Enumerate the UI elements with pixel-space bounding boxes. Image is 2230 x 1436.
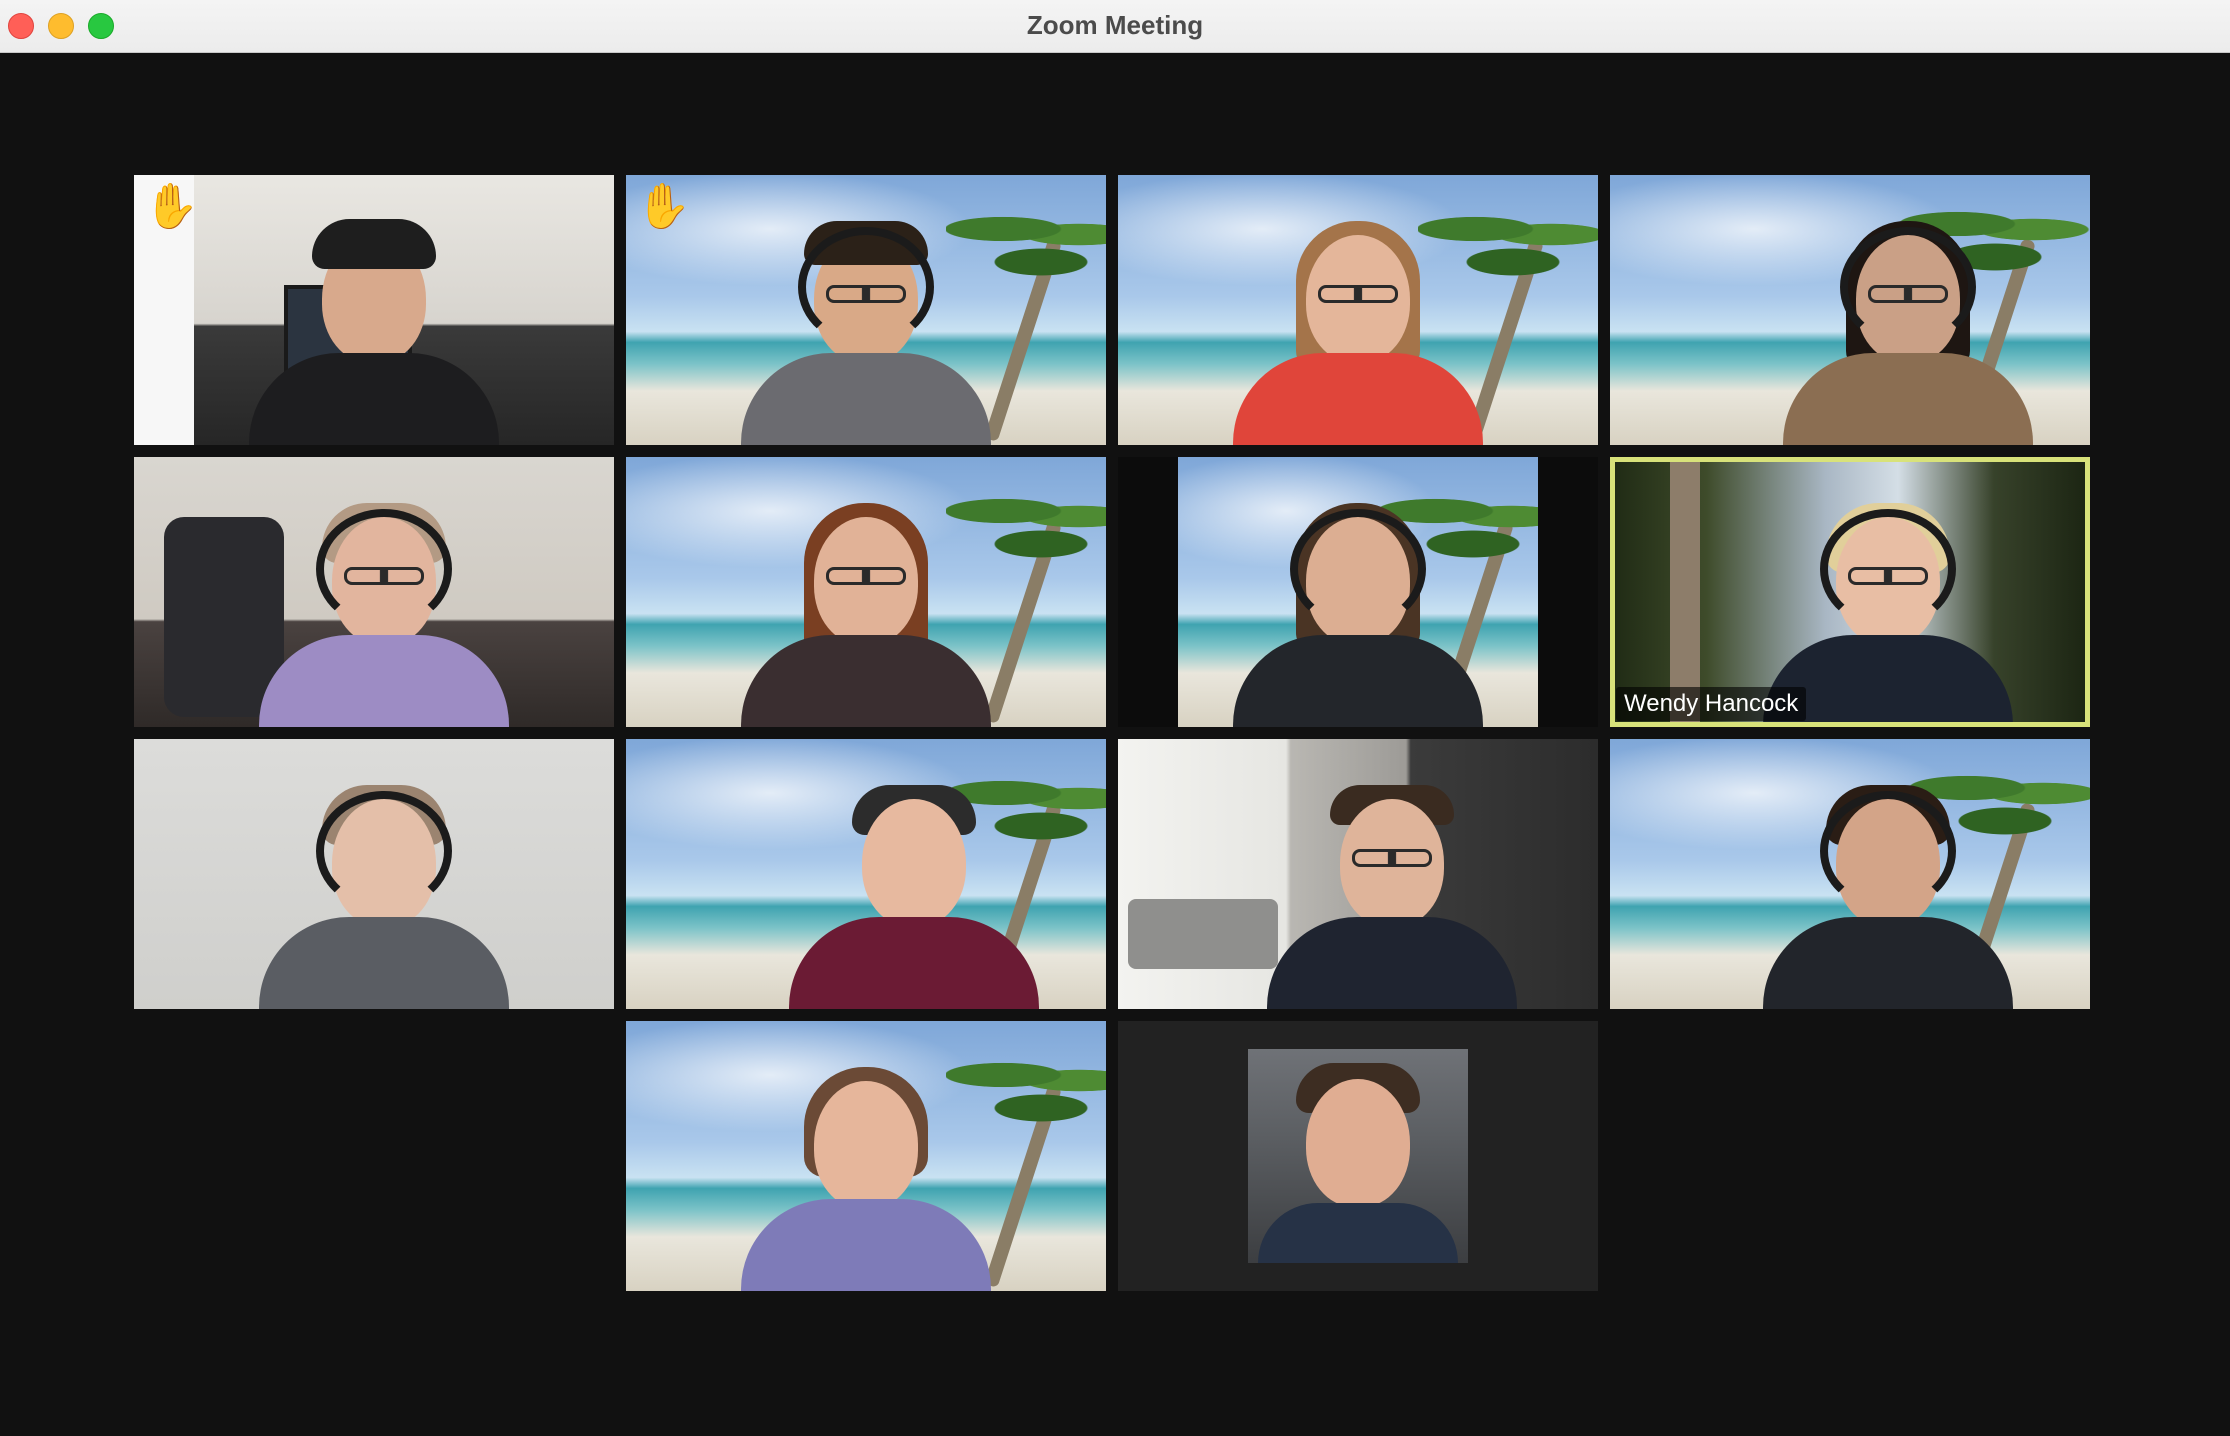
participant bbox=[1228, 205, 1488, 445]
participant-video-tile[interactable]: ✋ bbox=[134, 175, 614, 445]
participant bbox=[784, 769, 1044, 1009]
participant bbox=[736, 1051, 996, 1291]
sofa bbox=[1128, 899, 1278, 969]
participant-video-tile[interactable] bbox=[1610, 739, 2090, 1009]
participant-video-tile[interactable] bbox=[626, 457, 1106, 727]
raised-hand-icon: ✋ bbox=[636, 182, 691, 231]
participant bbox=[736, 205, 996, 445]
participant bbox=[254, 769, 514, 1009]
participant bbox=[254, 487, 514, 727]
participant-video-tile[interactable] bbox=[1118, 175, 1598, 445]
gallery-view: ✋ ✋ Wendy Hancock bbox=[0, 53, 2230, 1436]
raised-hand-icon: ✋ bbox=[144, 182, 199, 231]
participant-video-tile[interactable] bbox=[1118, 739, 1598, 1009]
participant bbox=[1228, 487, 1488, 727]
participant bbox=[1262, 769, 1522, 1009]
participant-profile-tile[interactable] bbox=[1118, 1021, 1598, 1291]
participant-video-tile[interactable] bbox=[1610, 175, 2090, 445]
participant bbox=[244, 205, 504, 445]
participant-video-tile[interactable] bbox=[1118, 457, 1598, 727]
participant-video-tile-active-speaker[interactable]: Wendy Hancock bbox=[1610, 457, 2090, 727]
participant-name-label: Wendy Hancock bbox=[1616, 687, 1807, 721]
participant bbox=[736, 487, 996, 727]
profile-photo bbox=[1248, 1049, 1468, 1263]
participant-video-tile[interactable] bbox=[626, 1021, 1106, 1291]
participant bbox=[1758, 769, 2018, 1009]
participant-video-tile[interactable] bbox=[626, 739, 1106, 1009]
window-titlebar: Zoom Meeting bbox=[0, 0, 2230, 53]
participant-video-tile[interactable] bbox=[134, 457, 614, 727]
participant bbox=[1778, 205, 2038, 445]
participant-video-tile[interactable] bbox=[134, 739, 614, 1009]
participant-video-tile[interactable]: ✋ bbox=[626, 175, 1106, 445]
window-title: Zoom Meeting bbox=[1026, 10, 1204, 40]
